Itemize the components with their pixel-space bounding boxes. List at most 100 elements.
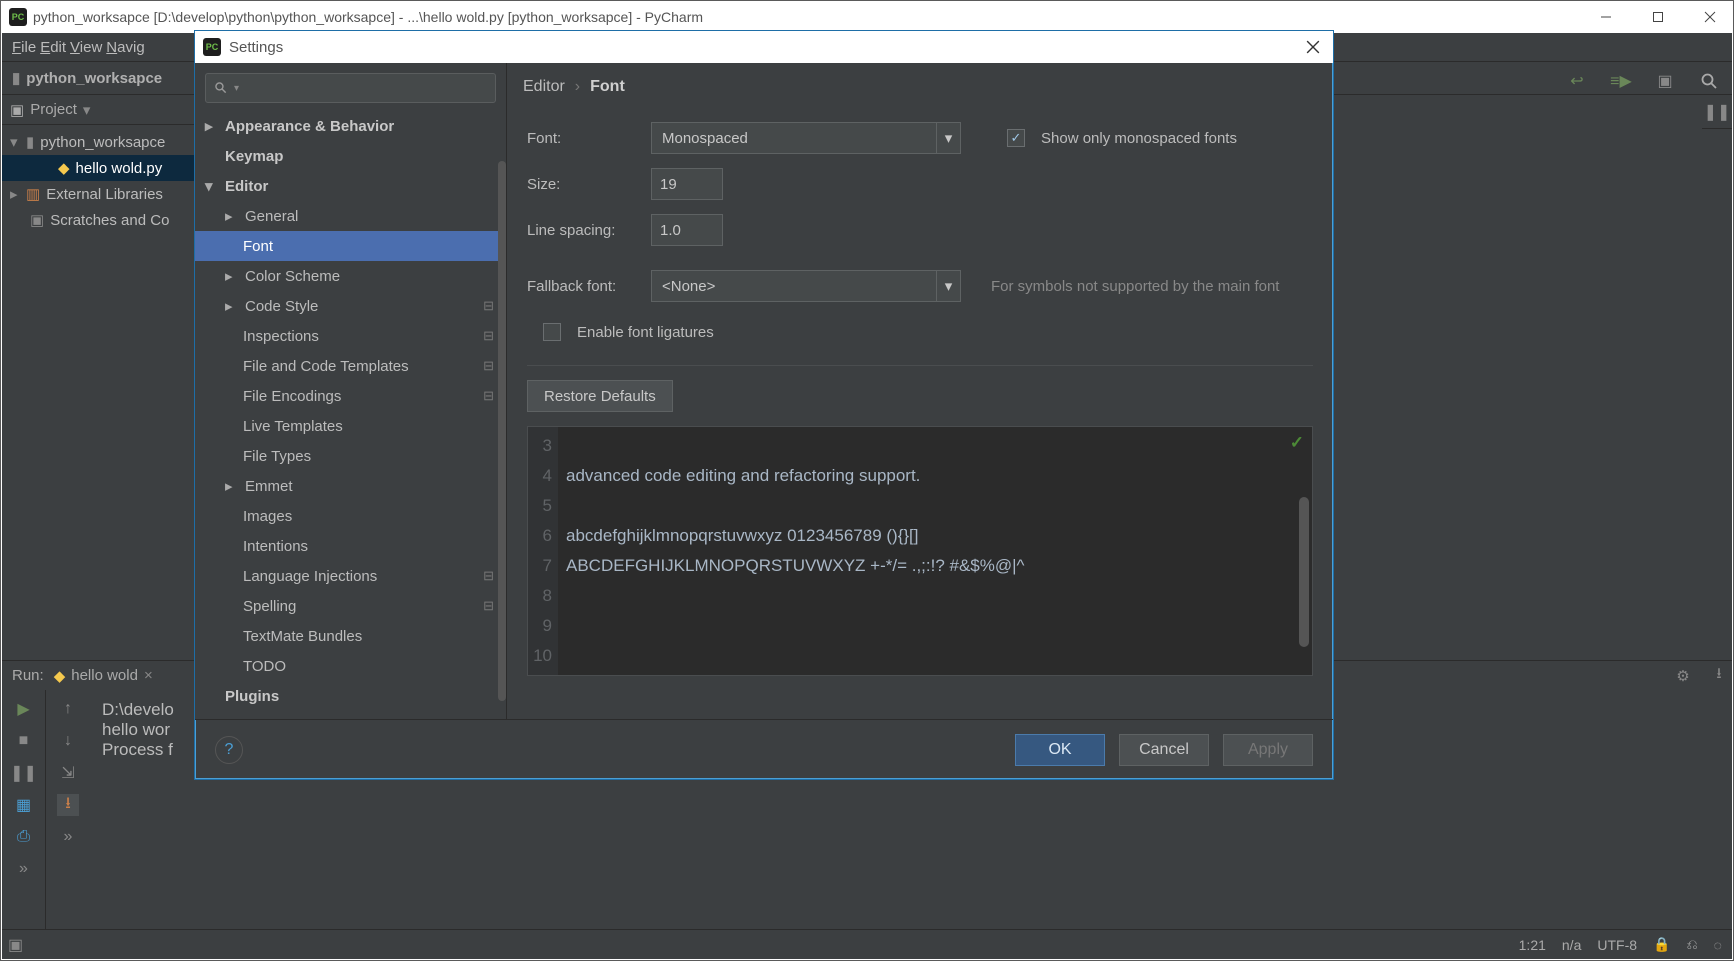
chevron-right-icon: ▸ xyxy=(225,267,237,285)
tree-plugins[interactable]: Plugins xyxy=(195,681,506,711)
search-icon[interactable] xyxy=(1696,68,1722,94)
menu-navigate[interactable]: Navig xyxy=(106,39,144,56)
restore-defaults-button[interactable]: Restore Defaults xyxy=(527,380,673,412)
ligatures-label[interactable]: Enable font ligatures xyxy=(577,324,714,341)
fallback-dropdown[interactable]: <None> ▾ xyxy=(651,270,961,302)
run-pause-icon[interactable]: ❚❚ xyxy=(13,762,35,784)
close-icon[interactable]: × xyxy=(144,667,153,684)
tree-spelling[interactable]: Spelling⊟ xyxy=(195,591,506,621)
tree-appearance[interactable]: ▸Appearance & Behavior xyxy=(195,111,506,141)
menu-file[interactable]: File xyxy=(12,39,36,56)
import-icon[interactable]: ⭳ xyxy=(57,794,79,816)
chevron-down-icon: ▾ xyxy=(10,133,20,151)
tree-file-encodings[interactable]: File Encodings⊟ xyxy=(195,381,506,411)
statusbar: 1:21 n/a UTF-8 🔒 ⎌ ◌ xyxy=(2,929,1732,959)
structure-icon[interactable]: ≡▶ xyxy=(1608,68,1634,94)
download-icon[interactable]: ⭳ xyxy=(1706,663,1732,689)
run-gutter-left: ▶ ■ ❚❚ ▦ ⎙ » xyxy=(2,690,46,929)
bc-current: Font xyxy=(590,78,625,96)
run-stop-icon[interactable]: ■ xyxy=(13,730,35,752)
ok-button[interactable]: OK xyxy=(1015,734,1105,766)
tree-general[interactable]: ▸General xyxy=(195,201,506,231)
run-tab-label: hello wold xyxy=(71,667,138,684)
preview-scrollbar[interactable] xyxy=(1299,497,1309,647)
gear-icon[interactable]: ⚙ xyxy=(1670,663,1696,689)
tree-live-templates[interactable]: Live Templates xyxy=(195,411,506,441)
python-file-icon: ◆ xyxy=(58,159,70,177)
os-maximize-button[interactable] xyxy=(1635,1,1681,33)
mono-label[interactable]: Show only monospaced fonts xyxy=(1041,130,1237,147)
help-button[interactable]: ? xyxy=(215,736,243,764)
run-label: Run: xyxy=(12,667,44,684)
chevron-right-icon: ▸ xyxy=(225,477,237,495)
tree-intentions[interactable]: Intentions xyxy=(195,531,506,561)
settings-pane: Editor › Font Font: Monospaced ▾ ✓ Show … xyxy=(507,63,1333,719)
notifications-icon[interactable]: ◌ xyxy=(1714,937,1722,953)
project-header-label: Project xyxy=(30,101,77,118)
back-icon[interactable]: ↩ xyxy=(1564,68,1590,94)
settings-tree: ▸Appearance & Behavior Keymap ▾Editor ▸G… xyxy=(195,111,506,719)
run-layout-icon[interactable]: ▦ xyxy=(13,794,35,816)
search-dropdown-icon[interactable]: ▾ xyxy=(234,83,239,94)
tree-todo[interactable]: TODO xyxy=(195,651,506,681)
tree-file-templates[interactable]: File and Code Templates⊟ xyxy=(195,351,506,381)
status-insp[interactable]: n/a xyxy=(1562,937,1581,953)
tree-font[interactable]: Font xyxy=(195,231,506,261)
menu-edit[interactable]: Edit xyxy=(40,39,66,56)
run-tab[interactable]: ◆ hello wold × xyxy=(54,667,153,685)
size-input[interactable]: 19 xyxy=(651,168,723,200)
font-preview[interactable]: 3 4 5 6 7 8 9 10 advanced code editing a… xyxy=(527,426,1313,676)
tree-textmate[interactable]: TextMate Bundles xyxy=(195,621,506,651)
divider xyxy=(527,365,1313,366)
status-pos[interactable]: 1:21 xyxy=(1519,937,1546,953)
git-icon[interactable]: ⎌ xyxy=(1686,936,1697,953)
sidebar-scrollbar[interactable] xyxy=(498,161,506,701)
settings-sidebar: ▾ ▸Appearance & Behavior Keymap ▾Editor … xyxy=(195,63,507,719)
expand-icon[interactable]: » xyxy=(13,858,35,880)
chevron-down-icon: ▾ xyxy=(936,123,960,153)
tool-window-icon[interactable]: ▣ xyxy=(8,935,23,955)
os-minimize-button[interactable] xyxy=(1583,1,1629,33)
mono-checkbox[interactable]: ✓ xyxy=(1007,129,1025,147)
breadcrumb-text[interactable]: python_worksapce xyxy=(26,70,162,87)
chevron-down-icon: ▾ xyxy=(83,101,91,119)
tree-keymap[interactable]: Keymap xyxy=(195,141,506,171)
toolbar-right: ↩ ≡▶ ▣ xyxy=(1564,67,1722,95)
lock-icon[interactable]: 🔒 xyxy=(1653,936,1670,953)
menu-view[interactable]: View xyxy=(70,39,102,56)
settings-title: Settings xyxy=(229,39,283,56)
status-enc[interactable]: UTF-8 xyxy=(1597,937,1637,953)
linespacing-input[interactable]: 1.0 xyxy=(651,214,723,246)
library-icon: ▥ xyxy=(26,185,40,203)
filter-icon[interactable]: ⇲ xyxy=(57,762,79,784)
settings-close-button[interactable] xyxy=(1293,31,1333,63)
tree-editor[interactable]: ▾Editor xyxy=(195,171,506,201)
tree-emmet[interactable]: ▸Emmet xyxy=(195,471,506,501)
font-form: Font: Monospaced ▾ ✓ Show only monospace… xyxy=(507,111,1333,676)
expand-icon[interactable]: » xyxy=(57,826,79,848)
tree-inspections[interactable]: Inspections⊟ xyxy=(195,321,506,351)
folder-icon: ▮ xyxy=(12,69,20,87)
apply-button[interactable]: Apply xyxy=(1223,734,1313,766)
scope-badge-icon: ⊟ xyxy=(483,328,494,344)
run-play-icon[interactable]: ▶ xyxy=(13,698,35,720)
scope-badge-icon: ⊟ xyxy=(483,568,494,584)
bc-parent[interactable]: Editor xyxy=(523,78,565,96)
down-icon[interactable]: ↓ xyxy=(57,730,79,752)
tree-color-scheme[interactable]: ▸Color Scheme xyxy=(195,261,506,291)
cancel-button[interactable]: Cancel xyxy=(1119,734,1209,766)
editor-pause-icon[interactable]: ❚❚ xyxy=(1702,95,1732,129)
ligatures-checkbox[interactable] xyxy=(543,323,561,341)
tree-images[interactable]: Images xyxy=(195,501,506,531)
pycharm-icon: PC xyxy=(9,8,27,26)
tree-file-types[interactable]: File Types xyxy=(195,441,506,471)
flag-icon[interactable]: ▣ xyxy=(1652,68,1678,94)
settings-search-input[interactable]: ▾ xyxy=(205,73,496,103)
tree-lang-injections[interactable]: Language Injections⊟ xyxy=(195,561,506,591)
font-dropdown[interactable]: Monospaced ▾ xyxy=(651,122,961,154)
up-icon[interactable]: ↑ xyxy=(57,698,79,720)
run-print-icon[interactable]: ⎙ xyxy=(13,826,35,848)
bc-sep: › xyxy=(575,78,580,96)
tree-code-style[interactable]: ▸Code Style⊟ xyxy=(195,291,506,321)
os-close-button[interactable] xyxy=(1687,1,1733,33)
